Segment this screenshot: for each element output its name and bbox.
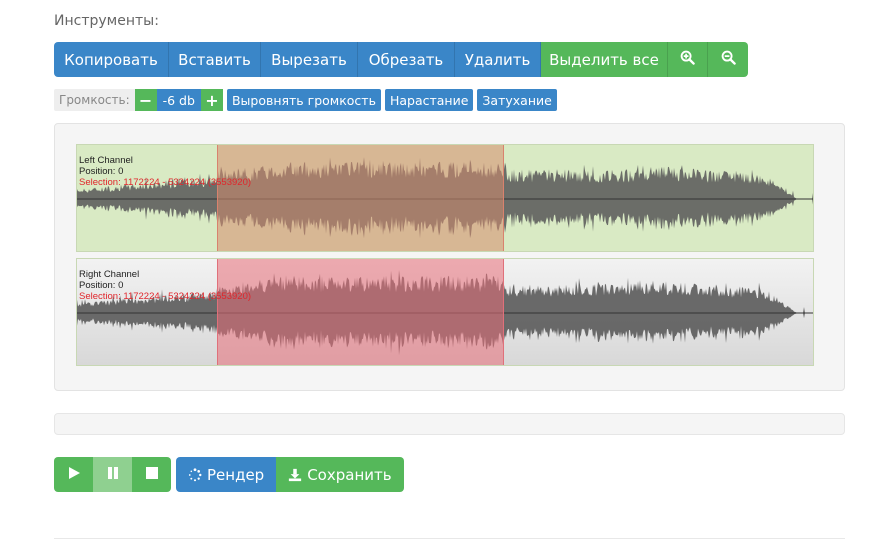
spinner-icon — [188, 467, 202, 482]
left-channel-name: Left Channel — [79, 155, 133, 166]
pause-button[interactable] — [93, 457, 132, 492]
volume-value: -6 db — [156, 89, 201, 111]
volume-controls: Громкость: − -6 db + Выровнять громкость… — [54, 89, 557, 111]
trim-button[interactable]: Обрезать — [358, 42, 455, 77]
left-channel-waveform[interactable]: Left Channel Position: 0 Selection: 1172… — [76, 144, 814, 252]
stop-button[interactable] — [132, 457, 171, 492]
tools-title: Инструменты: — [54, 13, 159, 29]
right-channel-name: Right Channel — [79, 269, 140, 280]
stop-icon — [145, 465, 159, 484]
volume-label: Громкость: — [54, 89, 135, 111]
render-label: Рендер — [207, 465, 265, 484]
play-icon — [67, 465, 81, 484]
paste-button[interactable]: Вставить — [169, 42, 261, 77]
left-channel-info: Left Channel Position: 0 Selection: 1172… — [79, 155, 251, 188]
download-icon — [288, 468, 302, 482]
copy-button[interactable]: Копировать — [54, 42, 169, 77]
progress-bar — [54, 413, 845, 435]
right-channel-selection[interactable] — [216, 259, 504, 365]
normalize-volume-button[interactable]: Выровнять громкость — [226, 89, 381, 111]
play-button[interactable] — [54, 457, 93, 492]
save-button[interactable]: Сохранить — [276, 457, 404, 492]
fade-out-button[interactable]: Затухание — [477, 89, 557, 111]
footer-divider — [54, 538, 845, 539]
edit-toolbar: Копировать Вставить Вырезать Обрезать Уд… — [54, 42, 748, 77]
save-label: Сохранить — [307, 465, 392, 484]
delete-button[interactable]: Удалить — [455, 42, 541, 77]
zoom-in-button[interactable] — [668, 42, 708, 77]
zoom-out-icon — [721, 50, 736, 69]
volume-decrease-button[interactable]: − — [134, 89, 157, 111]
render-save-group: Рендер Сохранить — [176, 457, 404, 492]
left-channel-position: Position: 0 — [79, 166, 124, 177]
right-channel-waveform[interactable]: Right Channel Position: 0 Selection: 117… — [76, 258, 814, 366]
render-button[interactable]: Рендер — [176, 457, 277, 492]
fade-in-button[interactable]: Нарастание — [384, 89, 474, 111]
zoom-in-icon — [680, 50, 695, 69]
left-channel-selection[interactable] — [216, 145, 504, 251]
right-channel-position: Position: 0 — [79, 280, 124, 291]
pause-icon — [106, 465, 120, 484]
right-channel-info: Right Channel Position: 0 Selection: 117… — [79, 269, 251, 302]
volume-increase-button[interactable]: + — [200, 89, 223, 111]
right-channel-selection-range: Selection: 1172224 - 5324224 (3553920) — [79, 291, 252, 302]
cut-button[interactable]: Вырезать — [261, 42, 358, 77]
select-all-button[interactable]: Выделить все — [541, 42, 668, 77]
left-channel-selection-range: Selection: 1172224 - 5324224 (3553920) — [79, 177, 252, 188]
zoom-out-button[interactable] — [708, 42, 748, 77]
transport-controls — [54, 457, 171, 492]
waveform-panel: Left Channel Position: 0 Selection: 1172… — [54, 123, 845, 391]
